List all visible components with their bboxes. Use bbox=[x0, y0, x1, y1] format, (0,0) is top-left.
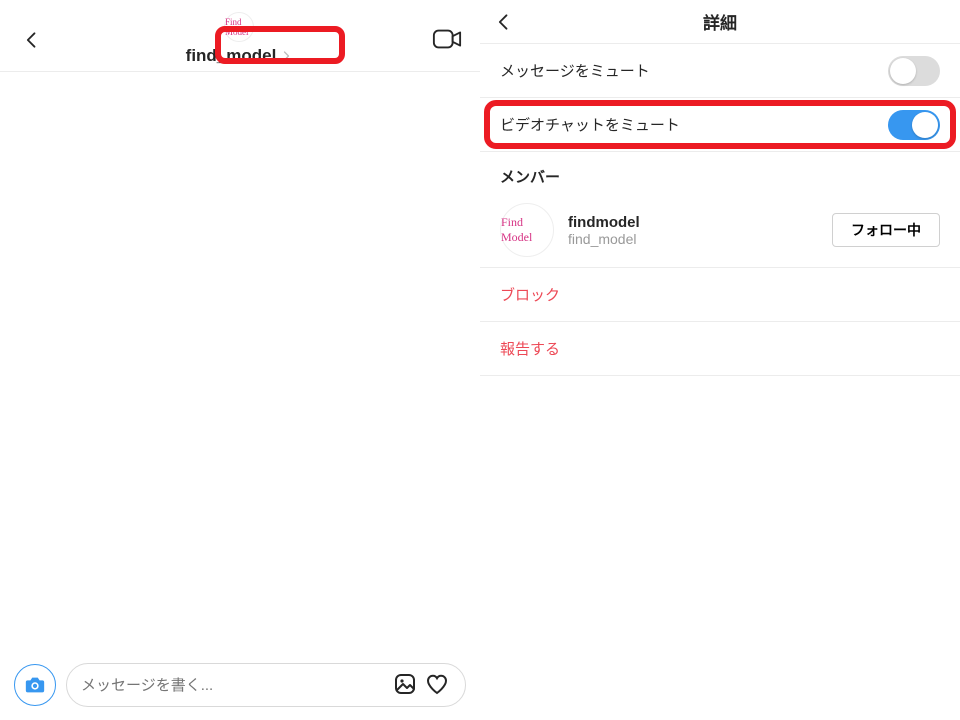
member-text[interactable]: findmodel find_model bbox=[568, 214, 832, 247]
block-row[interactable]: ブロック bbox=[480, 268, 960, 322]
members-section-label: メンバー bbox=[480, 152, 960, 193]
camera-button[interactable] bbox=[14, 664, 56, 706]
member-avatar[interactable]: Find Model bbox=[500, 203, 554, 257]
details-header: 詳細 bbox=[480, 0, 960, 44]
message-composer bbox=[0, 658, 480, 712]
back-button[interactable] bbox=[18, 26, 46, 54]
chat-header: Find Model find_model bbox=[0, 0, 480, 72]
message-input[interactable] bbox=[81, 677, 387, 694]
mute-video-row: ビデオチャットをミュート bbox=[480, 98, 960, 152]
member-username: find_model bbox=[568, 231, 832, 247]
mute-video-label: ビデオチャットをミュート bbox=[500, 114, 680, 135]
follow-button[interactable]: フォロー中 bbox=[832, 213, 940, 247]
video-call-button[interactable] bbox=[432, 27, 462, 53]
member-display-name: findmodel bbox=[568, 214, 832, 231]
chat-title-group[interactable]: Find Model find_model bbox=[46, 12, 432, 68]
mute-messages-label: メッセージをミュート bbox=[500, 60, 650, 81]
mute-messages-toggle[interactable] bbox=[888, 56, 940, 86]
mute-messages-row: メッセージをミュート bbox=[480, 44, 960, 98]
composer-pill bbox=[66, 663, 466, 707]
heart-icon bbox=[425, 672, 449, 696]
details-screen: 詳細 メッセージをミュート ビデオチャットをミュート メンバー Find Mod… bbox=[480, 0, 960, 720]
member-row: Find Model findmodel find_model フォロー中 bbox=[480, 193, 960, 268]
chat-body bbox=[0, 75, 480, 658]
mute-video-toggle[interactable] bbox=[888, 110, 940, 140]
chevron-right-icon bbox=[280, 47, 292, 65]
chevron-left-icon bbox=[494, 12, 514, 32]
chevron-left-icon bbox=[22, 30, 42, 50]
gallery-button[interactable] bbox=[393, 672, 419, 698]
chat-title: find_model bbox=[186, 46, 277, 66]
back-button[interactable] bbox=[494, 8, 514, 39]
chat-avatar: Find Model bbox=[224, 12, 254, 42]
gallery-icon bbox=[393, 672, 417, 696]
camera-icon bbox=[24, 674, 46, 696]
like-button[interactable] bbox=[425, 672, 451, 698]
chat-screen: Find Model find_model bbox=[0, 0, 480, 720]
report-row[interactable]: 報告する bbox=[480, 322, 960, 376]
video-icon bbox=[432, 27, 462, 51]
details-title: 詳細 bbox=[703, 9, 737, 34]
